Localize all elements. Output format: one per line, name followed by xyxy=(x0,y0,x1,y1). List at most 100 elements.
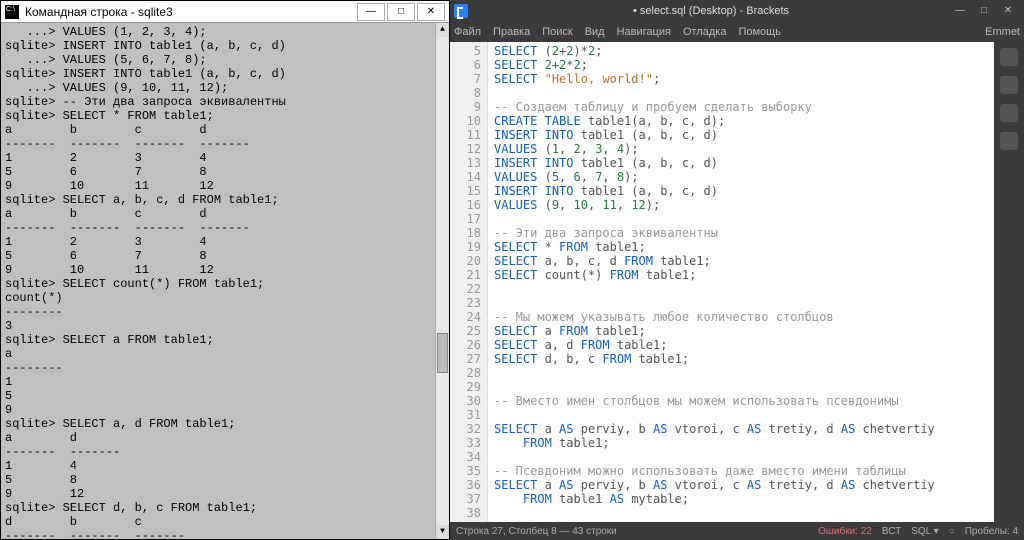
cmd-line: 5 8 xyxy=(5,473,445,487)
line-number: 11 xyxy=(450,128,481,142)
status-indent[interactable]: Пробелы: 4 xyxy=(965,526,1018,537)
line-number: 35 xyxy=(450,464,481,478)
code-line: -- Псевдоним можно использовать даже вме… xyxy=(494,464,988,478)
cmd-line: sqlite> SELECT a, b, c, d FROM table1; xyxy=(5,193,445,207)
brackets-close-button[interactable]: ✕ xyxy=(996,3,1020,19)
line-number: 29 xyxy=(450,380,481,394)
brackets-maximize-button[interactable]: □ xyxy=(972,3,996,19)
line-number: 25 xyxy=(450,324,481,338)
line-number: 37 xyxy=(450,492,481,506)
code-line xyxy=(494,450,988,464)
code-line: SELECT count(*) FROM table1; xyxy=(494,268,988,282)
scroll-thumb[interactable] xyxy=(437,333,448,373)
menu-item[interactable]: Помощь xyxy=(738,26,781,38)
line-number: 23 xyxy=(450,296,481,310)
brackets-logo-icon xyxy=(454,4,468,18)
plugin-icon-2[interactable] xyxy=(1000,132,1018,150)
maximize-button[interactable]: □ xyxy=(387,3,415,21)
line-number: 7 xyxy=(450,72,481,86)
line-number: 12 xyxy=(450,142,481,156)
cmd-line: 1 2 3 4 xyxy=(5,151,445,165)
line-number: 9 xyxy=(450,100,481,114)
cmd-line: sqlite> SELECT d, b, c FROM table1; xyxy=(5,501,445,515)
line-number: 38 xyxy=(450,506,481,520)
close-button[interactable]: ✕ xyxy=(417,3,445,21)
code-line: SELECT * FROM table1; xyxy=(494,240,988,254)
code-line: -- Создаем таблицу и пробуем сделать выб… xyxy=(494,100,988,114)
line-number-gutter[interactable]: 5678910111213141516171819202122232425262… xyxy=(450,42,488,522)
code-line xyxy=(494,408,988,422)
cmd-line: sqlite> INSERT INTO table1 (a, b, c, d) xyxy=(5,67,445,81)
cmd-line: a b c d xyxy=(5,207,445,221)
cmd-line: a d xyxy=(5,431,445,445)
code-line: SELECT a, d FROM table1; xyxy=(494,338,988,352)
brackets-minimize-button[interactable]: — xyxy=(948,3,972,19)
code-line xyxy=(494,380,988,394)
line-number: 14 xyxy=(450,170,481,184)
line-number: 13 xyxy=(450,156,481,170)
menu-item-emmet[interactable]: Emmet xyxy=(985,26,1020,38)
cmd-line: 3 xyxy=(5,319,445,333)
line-number: 5 xyxy=(450,44,481,58)
menu-item[interactable]: Вид xyxy=(585,26,605,38)
code-line: FROM table1 AS mytable; xyxy=(494,492,988,506)
code-line xyxy=(494,506,988,520)
cmd-line: ...> VALUES (9, 10, 11, 12); xyxy=(5,81,445,95)
code-line: SELECT d, b, c FROM table1; xyxy=(494,352,988,366)
line-number: 15 xyxy=(450,184,481,198)
brackets-window: • select.sql (Desktop) - Brackets — □ ✕ … xyxy=(450,0,1024,540)
live-preview-icon[interactable] xyxy=(1000,48,1018,66)
minimize-button[interactable]: — xyxy=(357,3,385,21)
code-line: SELECT a AS perviy, b AS vtoroi, c AS tr… xyxy=(494,422,988,436)
code-line: SELECT (2+2)*2; xyxy=(494,44,988,58)
line-number: 24 xyxy=(450,310,481,324)
line-number: 30 xyxy=(450,394,481,408)
line-number: 19 xyxy=(450,240,481,254)
cmd-line: 9 10 11 12 xyxy=(5,179,445,193)
code-line: VALUES (1, 2, 3, 4); xyxy=(494,142,988,156)
cmd-titlebar[interactable]: Командная строка - sqlite3 — □ ✕ xyxy=(1,1,449,23)
code-line: VALUES (9, 10, 11, 12); xyxy=(494,198,988,212)
cmd-line: -------- xyxy=(5,361,445,375)
cmd-line: d b c xyxy=(5,515,445,529)
status-insert-mode[interactable]: ВСТ xyxy=(882,526,901,537)
code-line: SELECT a, b, c, d FROM table1; xyxy=(494,254,988,268)
line-number: 6 xyxy=(450,58,481,72)
status-errors[interactable]: Ошибки: 22 xyxy=(818,526,872,537)
cmd-line: ------- ------- xyxy=(5,445,445,459)
line-number: 21 xyxy=(450,268,481,282)
line-number: 20 xyxy=(450,254,481,268)
cmd-line: a b c d xyxy=(5,123,445,137)
menu-item[interactable]: Правка xyxy=(493,26,530,38)
code-line xyxy=(494,282,988,296)
line-number: 36 xyxy=(450,478,481,492)
brackets-status-bar: Строка 27, Столбец 8 — 43 строки Ошибки:… xyxy=(450,522,1024,540)
scroll-down-icon[interactable]: ▼ xyxy=(436,525,449,539)
code-line: INSERT INTO table1 (a, b, c, d) xyxy=(494,128,988,142)
cmd-line: a xyxy=(5,347,445,361)
plugin-icon[interactable] xyxy=(1000,104,1018,122)
menu-item[interactable]: Файл xyxy=(454,26,481,38)
menu-item[interactable]: Отладка xyxy=(683,26,726,38)
code-editor[interactable]: SELECT (2+2)*2;SELECT 2+2*2;SELECT "Hell… xyxy=(488,42,994,522)
cmd-line: sqlite> SELECT a FROM table1; xyxy=(5,333,445,347)
scroll-up-icon[interactable]: ▲ xyxy=(436,23,449,37)
line-number: 31 xyxy=(450,408,481,422)
cmd-scrollbar[interactable]: ▲ ▼ xyxy=(435,23,449,539)
code-line xyxy=(494,212,988,226)
status-language[interactable]: SQL ▾ xyxy=(911,526,938,537)
status-cursor-position[interactable]: Строка 27, Столбец 8 — 43 строки xyxy=(456,526,617,537)
code-line: VALUES (5, 6, 7, 8); xyxy=(494,170,988,184)
menu-item[interactable]: Навигация xyxy=(617,26,671,38)
brackets-titlebar[interactable]: • select.sql (Desktop) - Brackets — □ ✕ xyxy=(450,0,1024,22)
extension-manager-icon[interactable] xyxy=(1000,76,1018,94)
cmd-line: count(*) xyxy=(5,291,445,305)
menu-item[interactable]: Поиск xyxy=(542,26,572,38)
cmd-line: 1 xyxy=(5,375,445,389)
code-line: INSERT INTO table1 (a, b, c, d) xyxy=(494,184,988,198)
code-line xyxy=(494,86,988,100)
code-line: SELECT 2+2*2; xyxy=(494,58,988,72)
cmd-title: Командная строка - sqlite3 xyxy=(25,5,355,19)
cmd-output[interactable]: ...> VALUES (1, 2, 3, 4);sqlite> INSERT … xyxy=(1,23,449,539)
cmd-icon xyxy=(5,5,19,19)
